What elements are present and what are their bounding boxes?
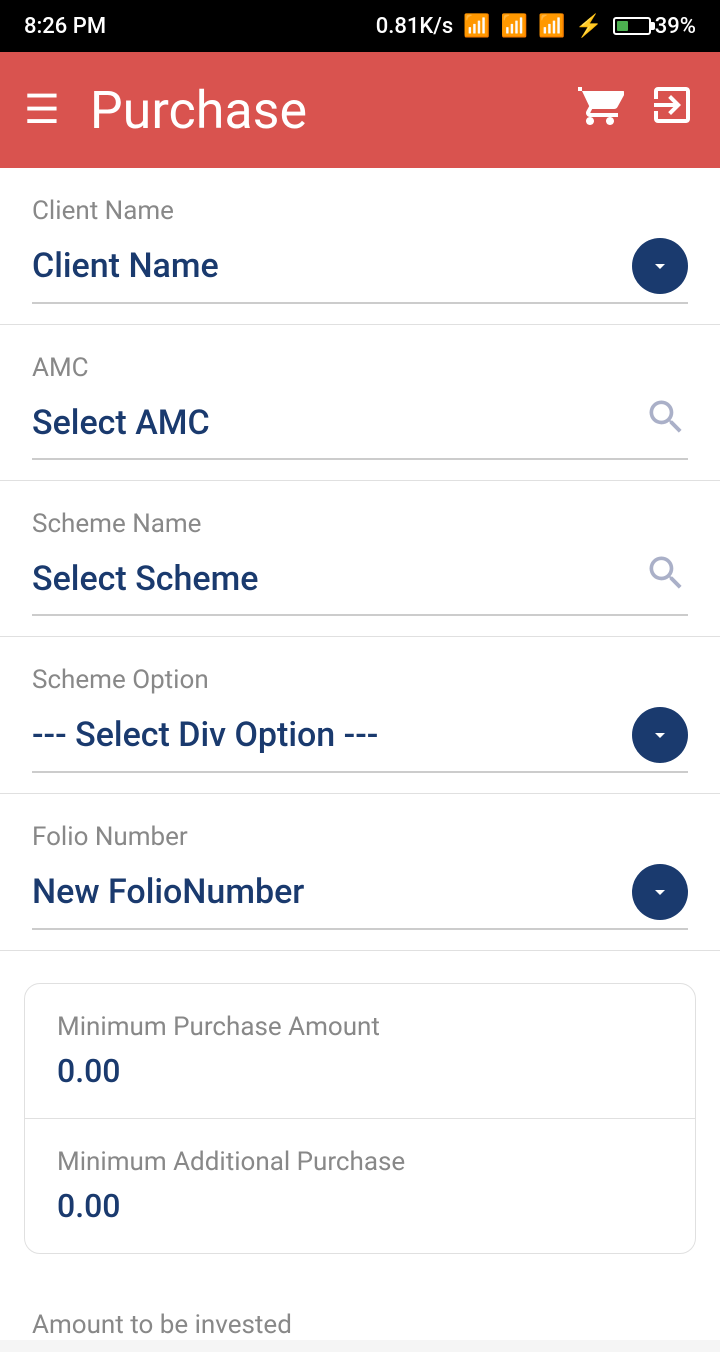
amc-row[interactable]: Select AMC: [32, 395, 688, 460]
amc-search-icon[interactable]: [644, 395, 688, 450]
min-additional-row: Minimum Additional Purchase 0.00: [25, 1118, 695, 1253]
scheme-search-icon[interactable]: [644, 551, 688, 606]
logout-icon[interactable]: [648, 81, 696, 140]
status-bar: 8:26 PM 0.81K/s 📶 📶 📶 ⚡ 39%: [0, 0, 720, 52]
amc-value: Select AMC: [32, 403, 210, 443]
battery-bar: [613, 17, 651, 35]
menu-icon[interactable]: ☰: [24, 90, 60, 130]
battery-container: 39%: [613, 14, 696, 39]
amc-section: AMC Select AMC: [0, 325, 720, 481]
form-content: Client Name Client Name AMC Select AMC S…: [0, 168, 720, 1340]
info-card: Minimum Purchase Amount 0.00 Minimum Add…: [24, 983, 696, 1254]
battery-fill: [617, 21, 629, 31]
folio-number-dropdown-icon[interactable]: [632, 864, 688, 920]
cart-icon[interactable]: [576, 81, 624, 140]
wifi-icon: 📶: [463, 14, 490, 39]
client-name-label: Client Name: [32, 196, 688, 226]
min-purchase-label: Minimum Purchase Amount: [57, 1012, 663, 1042]
app-bar-actions: [576, 81, 696, 140]
client-name-section: Client Name Client Name: [0, 168, 720, 325]
folio-number-label: Folio Number: [32, 822, 688, 852]
app-bar: ☰ Purchase: [0, 52, 720, 168]
min-additional-value: 0.00: [57, 1187, 663, 1225]
folio-number-value: New FolioNumber: [32, 872, 304, 912]
scheme-name-section: Scheme Name Select Scheme: [0, 481, 720, 637]
min-purchase-value: 0.00: [57, 1052, 663, 1090]
client-name-dropdown-icon[interactable]: [632, 238, 688, 294]
scheme-name-value: Select Scheme: [32, 559, 258, 599]
folio-number-row[interactable]: New FolioNumber: [32, 864, 688, 930]
scheme-option-row[interactable]: --- Select Div Option ---: [32, 707, 688, 773]
signal-icon-2: 📶: [538, 14, 565, 39]
amount-label: Amount to be invested: [32, 1310, 688, 1340]
amount-label-section: Amount to be invested: [0, 1286, 720, 1340]
client-name-value: Client Name: [32, 246, 219, 286]
page-title: Purchase: [90, 80, 576, 141]
status-time: 8:26 PM: [24, 14, 106, 39]
amc-label: AMC: [32, 353, 688, 383]
min-purchase-row: Minimum Purchase Amount 0.00: [25, 984, 695, 1118]
scheme-option-section: Scheme Option --- Select Div Option ---: [0, 637, 720, 794]
scheme-option-value: --- Select Div Option ---: [32, 715, 378, 755]
scheme-option-dropdown-icon[interactable]: [632, 707, 688, 763]
bolt-icon: ⚡: [575, 14, 602, 39]
scheme-name-label: Scheme Name: [32, 509, 688, 539]
status-right: 0.81K/s 📶 📶 📶 ⚡ 39%: [376, 14, 696, 39]
signal-icon: 📶: [501, 14, 528, 39]
min-additional-label: Minimum Additional Purchase: [57, 1147, 663, 1177]
client-name-row[interactable]: Client Name: [32, 238, 688, 304]
scheme-name-row[interactable]: Select Scheme: [32, 551, 688, 616]
battery-percent: 39%: [655, 14, 696, 39]
folio-number-section: Folio Number New FolioNumber: [0, 794, 720, 951]
network-speed: 0.81K/s: [376, 14, 453, 39]
scheme-option-label: Scheme Option: [32, 665, 688, 695]
